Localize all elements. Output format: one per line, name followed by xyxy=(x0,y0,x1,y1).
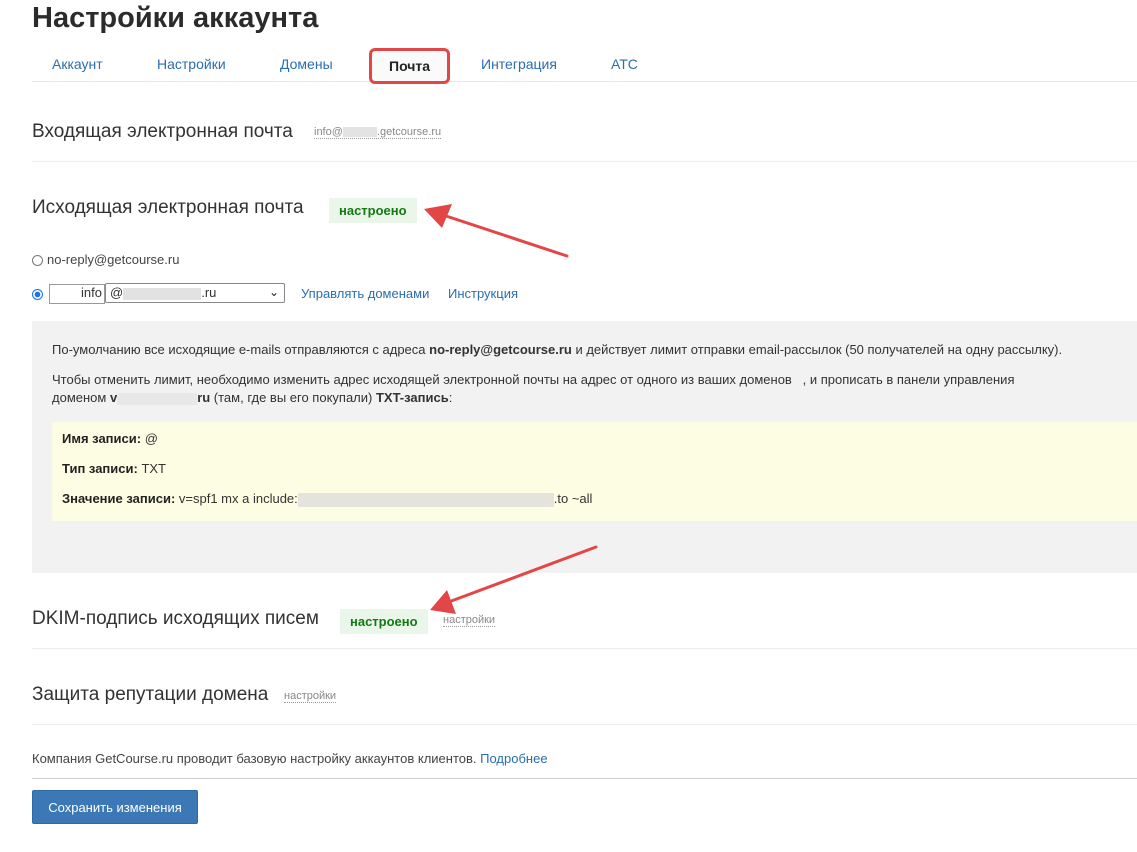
domain-end: ru xyxy=(197,390,211,405)
record-type-row: Тип записи: TXT xyxy=(62,461,166,476)
tab-integration[interactable]: Интеграция xyxy=(481,56,557,72)
radio-button-checked[interactable] xyxy=(32,289,43,301)
radio-option-default-label: no-reply@getcourse.ru xyxy=(47,252,180,267)
redacted-block xyxy=(117,392,198,405)
incoming-email-suffix: .getcourse.ru xyxy=(376,126,442,138)
tab-mail[interactable]: Почта xyxy=(369,48,451,84)
record-value-label: Значение записи: xyxy=(62,491,176,506)
dkim-status-badge: настроено xyxy=(340,609,428,634)
incoming-mail-address[interactable]: info@ .getcourse.ru xyxy=(314,126,442,139)
radio-button[interactable] xyxy=(32,255,43,267)
domain-suffix: .ru xyxy=(201,285,217,300)
incoming-email-prefix: info@ xyxy=(314,126,343,138)
redacted-block xyxy=(123,287,202,300)
domain-prefix: @ xyxy=(110,285,124,300)
outgoing-mail-title: Исходящая электронная почта xyxy=(32,197,304,218)
record-value-row: Значение записи: v=spf1 mx a include: .to… xyxy=(62,491,592,507)
info-text: : xyxy=(448,390,453,405)
email-local-part-input[interactable]: info xyxy=(49,284,105,304)
domain-reputation-title: Защита репутации домена xyxy=(32,684,269,705)
record-type-value: TXT xyxy=(137,461,166,476)
info-line: доменом v ru (там, где вы его покупали) T… xyxy=(52,389,1127,407)
tab-pbx[interactable]: АТС xyxy=(611,56,638,72)
info-text: , и прописать в панели управления xyxy=(802,372,1015,387)
record-type-label: Тип записи: xyxy=(62,461,138,476)
record-name-label: Имя записи: xyxy=(62,431,142,446)
outgoing-status-badge: настроено xyxy=(329,198,417,223)
footer-text: Компания GetCourse.ru проводит базовую н… xyxy=(32,751,481,766)
info-text: (там, где вы его покупали) xyxy=(210,390,376,405)
record-name-row: Имя записи: @ xyxy=(62,431,158,446)
radio-option-custom[interactable] xyxy=(32,286,47,301)
info-text: доменом xyxy=(52,390,110,405)
record-value-suffix: .to ~all xyxy=(553,491,593,506)
record-value-prefix: v=spf1 mx a include: xyxy=(175,491,298,506)
domain-start: v xyxy=(109,390,118,405)
divider xyxy=(32,648,1137,649)
info-line: Чтобы отменить лимит, необходимо изменит… xyxy=(52,371,1127,389)
info-text: По-умолчанию все исходящие e-mails отпра… xyxy=(52,342,430,357)
info-paragraph-1: По-умолчанию все исходящие e-mails отпра… xyxy=(52,341,1127,359)
annotation-arrow-outgoing xyxy=(424,204,569,258)
reputation-settings-link[interactable]: настройки xyxy=(284,690,337,703)
instructions-link[interactable]: Инструкция xyxy=(448,286,518,301)
info-paragraph-2: Чтобы отменить лимит, необходимо изменит… xyxy=(52,371,1127,407)
redacted-block xyxy=(297,492,554,507)
tab-account[interactable]: Аккаунт xyxy=(52,56,103,72)
manage-domains-link[interactable]: Управлять доменами xyxy=(301,286,429,301)
default-sender-address: no-reply@getcourse.ru xyxy=(429,342,572,357)
info-text: Чтобы отменить лимит, необходимо изменит… xyxy=(52,372,792,387)
txt-record-label: TXT-запись xyxy=(375,390,449,405)
info-text: и действует лимит отправки email-рассыло… xyxy=(571,342,1063,357)
tab-bar: Аккаунт Настройки Домены Почта Интеграци… xyxy=(32,48,1137,84)
chevron-down-icon: ⌄ xyxy=(268,285,279,299)
domain-select[interactable]: @ .ru ⌄ xyxy=(105,283,285,303)
record-name-value: @ xyxy=(141,431,158,446)
page-title: Настройки аккаунта xyxy=(32,2,319,34)
divider xyxy=(32,724,1137,725)
tab-settings[interactable]: Настройки xyxy=(157,56,226,72)
dkim-settings-link[interactable]: настройки xyxy=(443,614,496,627)
save-changes-button[interactable]: Сохранить изменения xyxy=(32,790,198,824)
incoming-mail-title: Входящая электронная почта xyxy=(32,121,293,142)
redacted-block xyxy=(342,127,377,138)
divider xyxy=(32,778,1137,779)
dkim-title: DKIM-подпись исходящих писем xyxy=(32,608,319,629)
divider xyxy=(32,161,1137,162)
more-link[interactable]: Подробнее xyxy=(480,751,547,766)
footer-note: Компания GetCourse.ru проводит базовую н… xyxy=(32,751,548,766)
tab-domains[interactable]: Домены xyxy=(280,56,333,72)
radio-option-default[interactable]: no-reply@getcourse.ru xyxy=(32,252,179,267)
